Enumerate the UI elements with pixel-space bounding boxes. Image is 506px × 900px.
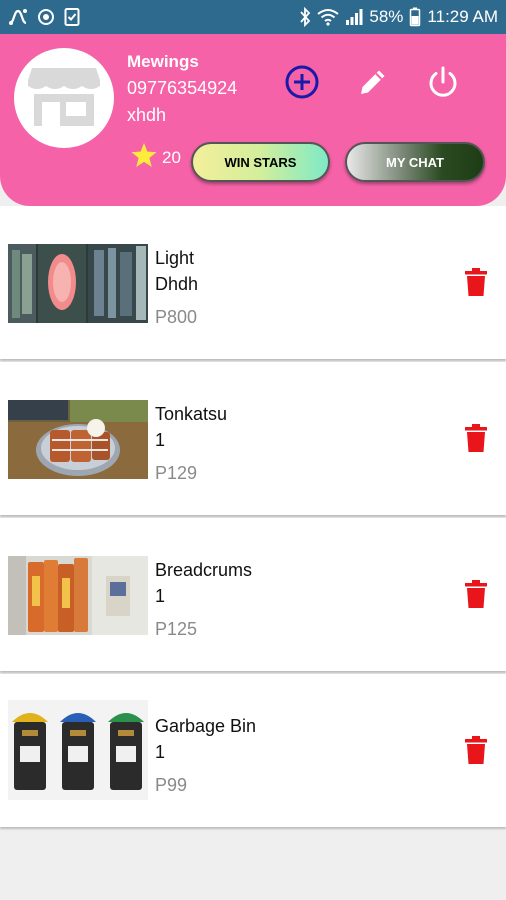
clock: 11:29 AM <box>427 7 498 26</box>
product-name: Light <box>155 248 195 268</box>
battery-percent: 58% <box>369 7 404 26</box>
star-icon <box>130 142 158 174</box>
product-description: 1 <box>155 742 166 762</box>
list-item[interactable]: Garbage Bin 1 P99 <box>0 674 506 827</box>
bluetooth-icon <box>299 7 311 27</box>
signal-icon <box>345 8 363 26</box>
product-image <box>8 400 148 479</box>
flow-icon <box>8 8 28 26</box>
star-count: 20 <box>162 148 181 167</box>
product-price: P800 <box>155 307 198 327</box>
profile-header: Mewings 09776354924 xhdh 20 WIN STARS MY… <box>0 34 506 206</box>
power-icon <box>425 64 461 105</box>
trash-icon <box>465 267 487 301</box>
product-image <box>8 700 148 800</box>
product-name: Garbage Bin <box>155 716 257 736</box>
product-image <box>8 556 148 635</box>
store-icon <box>26 64 102 133</box>
star-balance: 20 <box>130 142 181 174</box>
product-price: P125 <box>155 619 198 639</box>
delete-button[interactable] <box>462 267 490 301</box>
sync-icon <box>36 7 56 27</box>
wifi-icon <box>317 8 340 26</box>
profile-description: xhdh <box>127 105 167 125</box>
product-price: P129 <box>155 463 198 483</box>
list-item[interactable]: Light Dhdh P800 <box>0 206 506 359</box>
profile-phone: 09776354924 <box>127 78 238 98</box>
status-right: 58% 11:29 AM <box>299 7 498 27</box>
product-description: 1 <box>155 430 166 450</box>
product-name: Tonkatsu <box>155 404 228 424</box>
checklist-icon <box>64 7 80 27</box>
product-description: Dhdh <box>155 274 199 294</box>
product-price: P99 <box>155 775 188 795</box>
win-stars-button[interactable]: WIN STARS <box>191 142 330 182</box>
edit-pencil-icon <box>356 65 390 104</box>
add-circle-icon <box>284 64 320 105</box>
delete-button[interactable] <box>462 579 490 613</box>
edit-profile-button[interactable] <box>353 64 393 104</box>
avatar[interactable] <box>14 48 114 148</box>
list-item[interactable]: Breadcrums 1 P125 <box>0 518 506 671</box>
trash-icon <box>465 735 487 769</box>
add-product-button[interactable] <box>282 64 322 104</box>
battery-icon <box>409 7 421 27</box>
product-description: 1 <box>155 586 166 606</box>
status-left <box>8 7 80 27</box>
profile-name: Mewings <box>127 52 199 71</box>
my-chat-button[interactable]: MY CHAT <box>345 142 485 182</box>
trash-icon <box>465 423 487 457</box>
delete-button[interactable] <box>462 423 490 457</box>
trash-icon <box>465 579 487 613</box>
logout-button[interactable] <box>423 64 463 104</box>
product-image <box>8 244 148 323</box>
list-item[interactable]: Tonkatsu 1 P129 <box>0 362 506 515</box>
delete-button[interactable] <box>462 735 490 769</box>
product-name: Breadcrums <box>155 560 253 580</box>
status-bar: 58% 11:29 AM <box>0 0 506 34</box>
